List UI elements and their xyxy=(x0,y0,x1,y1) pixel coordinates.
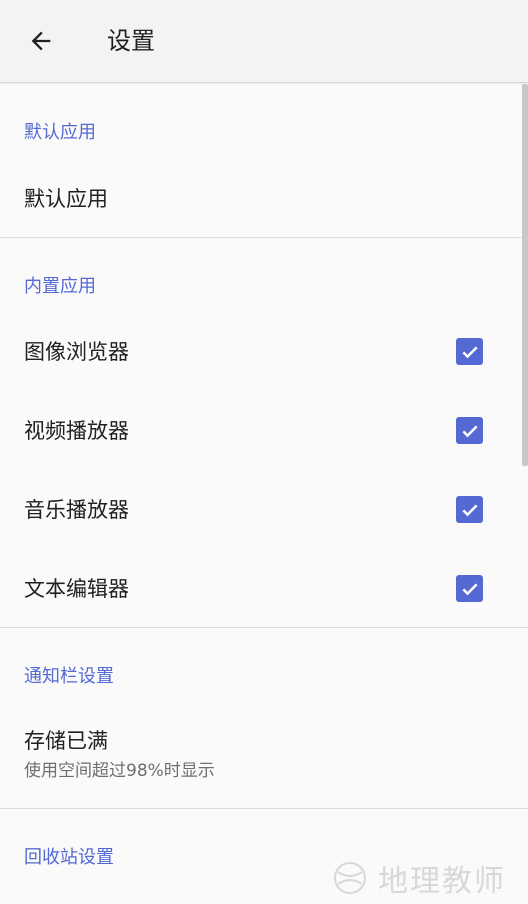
image-viewer-checkbox[interactable] xyxy=(456,338,483,365)
checkmark-icon xyxy=(461,346,478,358)
page-title: 设置 xyxy=(107,27,155,55)
setting-label: 文本编辑器 xyxy=(24,577,129,601)
globe-icon xyxy=(334,862,366,894)
setting-music-player[interactable]: 音乐播放器 xyxy=(0,470,518,549)
music-player-checkbox[interactable] xyxy=(456,496,483,523)
checkmark-icon xyxy=(461,425,478,437)
section-header-notification: 通知栏设置 xyxy=(24,666,114,687)
section-header-recycle-bin: 回收站设置 xyxy=(24,847,114,868)
setting-label: 视频播放器 xyxy=(24,419,129,443)
checkmark-icon xyxy=(461,583,478,595)
setting-label: 存储已满 xyxy=(24,729,108,753)
divider xyxy=(0,627,528,628)
setting-video-player[interactable]: 视频播放器 xyxy=(0,391,518,470)
setting-label: 默认应用 xyxy=(24,187,108,211)
watermark: 地理教师 xyxy=(330,856,526,900)
setting-label: 图像浏览器 xyxy=(24,340,129,364)
divider xyxy=(0,808,528,809)
app-bar: 设置 xyxy=(0,0,528,83)
setting-image-viewer[interactable]: 图像浏览器 xyxy=(0,312,518,391)
settings-list: 默认应用 默认应用 内置应用 图像浏览器 视频播放器 音乐播放器 文本编辑器 通… xyxy=(0,83,528,904)
scrollbar[interactable] xyxy=(522,84,528,466)
setting-summary: 使用空间超过98%时显示 xyxy=(24,761,215,781)
setting-default-apps[interactable]: 默认应用 xyxy=(0,170,518,234)
divider xyxy=(0,237,528,238)
text-editor-checkbox[interactable] xyxy=(456,575,483,602)
watermark-text: 地理教师 xyxy=(378,864,506,899)
video-player-checkbox[interactable] xyxy=(456,417,483,444)
section-header-default-apps: 默认应用 xyxy=(24,122,96,143)
section-header-builtin-apps: 内置应用 xyxy=(24,276,96,297)
checkmark-icon xyxy=(461,504,478,516)
arrow-left-icon xyxy=(31,31,51,51)
setting-storage-full[interactable]: 存储已满 使用空间超过98%时显示 xyxy=(0,711,518,805)
setting-label: 音乐播放器 xyxy=(24,498,129,522)
setting-text-editor[interactable]: 文本编辑器 xyxy=(0,549,518,628)
back-button[interactable] xyxy=(20,20,62,62)
